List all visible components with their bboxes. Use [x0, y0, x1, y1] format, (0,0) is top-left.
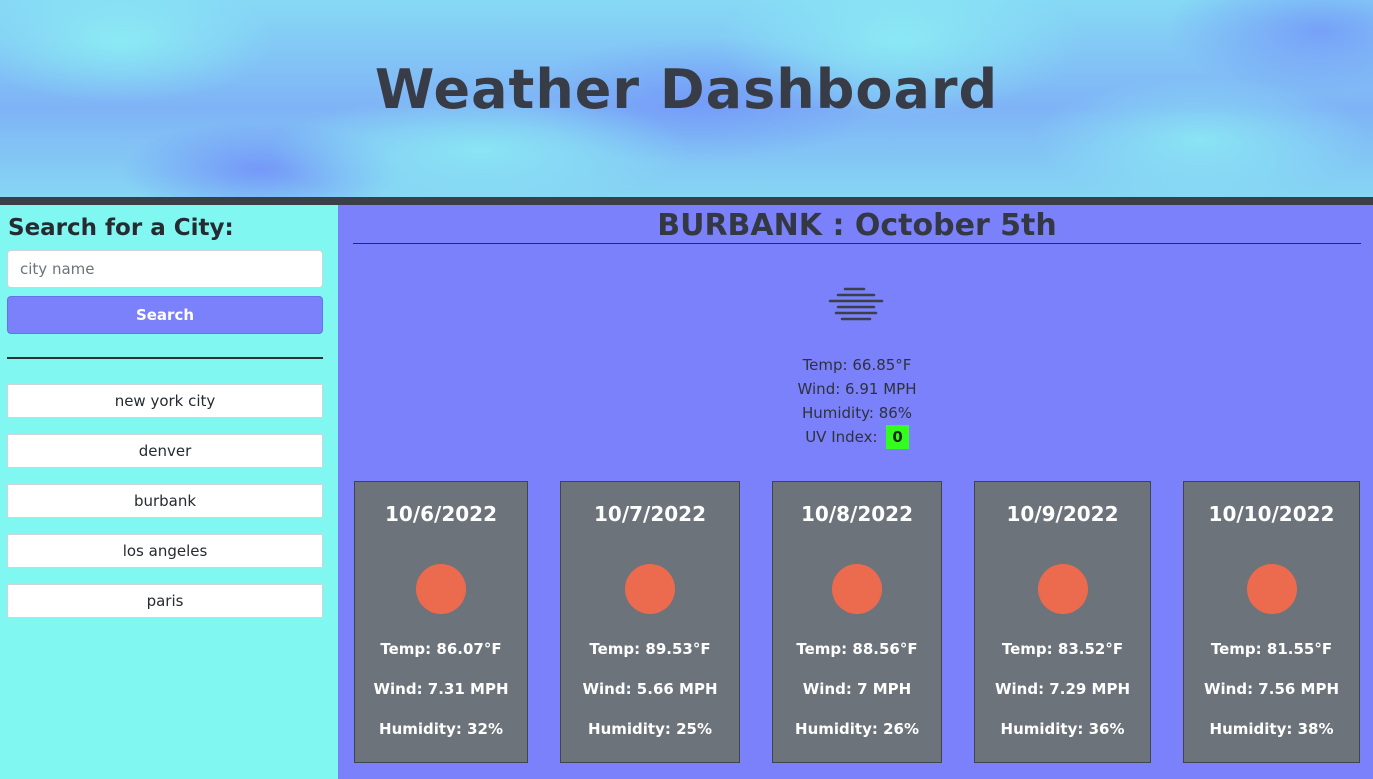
- forecast-humidity: Humidity: 36%: [1000, 720, 1125, 738]
- sidebar: Search for a City: Search new york city …: [0, 205, 338, 779]
- history-item-new-york-city[interactable]: new york city: [7, 384, 323, 418]
- city-search-input[interactable]: [7, 250, 323, 288]
- current-wind: Wind: 6.91 MPH: [797, 380, 917, 398]
- forecast-humidity: Humidity: 38%: [1209, 720, 1334, 738]
- forecast-wind: Wind: 7.56 MPH: [1203, 680, 1340, 698]
- forecast-wind: Wind: 7.31 MPH: [373, 680, 509, 698]
- history-item-paris[interactable]: paris: [7, 584, 323, 618]
- forecast-wind: Wind: 7.29 MPH: [994, 680, 1131, 698]
- sun-icon: [1246, 564, 1297, 614]
- title-divider: [353, 243, 1361, 244]
- header-divider: [0, 197, 1373, 205]
- forecast-date: 10/10/2022: [1208, 502, 1335, 526]
- main-panel: BURBANK : October 5th Temp: 66.85°F Wind…: [338, 205, 1373, 779]
- forecast-humidity: Humidity: 32%: [379, 720, 503, 738]
- forecast-wind: Wind: 7 MPH: [802, 680, 912, 698]
- forecast-date: 10/9/2022: [1006, 502, 1119, 526]
- current-city-title: BURBANK : October 5th: [657, 208, 1057, 243]
- forecast-temp: Temp: 86.07°F: [380, 640, 502, 658]
- forecast-card: 10/8/2022 Temp: 88.56°F Wind: 7 MPH Humi…: [772, 481, 942, 763]
- current-conditions: Temp: 66.85°F Wind: 6.91 MPH Humidity: 8…: [353, 353, 1361, 449]
- forecast-card: 10/7/2022 Temp: 89.53°F Wind: 5.66 MPH H…: [560, 481, 740, 763]
- sun-icon: [832, 564, 882, 614]
- forecast-date: 10/7/2022: [593, 502, 707, 526]
- uv-index-label: UV Index:: [805, 428, 878, 446]
- forecast-temp: Temp: 83.52°F: [1001, 640, 1124, 658]
- current-humidity: Humidity: 86%: [801, 404, 913, 422]
- uv-index-badge: 0: [886, 425, 909, 449]
- sun-icon: [416, 564, 466, 614]
- history-item-denver[interactable]: denver: [7, 434, 323, 468]
- forecast-date: 10/8/2022: [800, 502, 914, 526]
- sidebar-divider: [7, 357, 323, 359]
- forecast-humidity: Humidity: 26%: [795, 720, 919, 738]
- sun-icon: [1037, 564, 1088, 614]
- search-history-list: new york city denver burbank los angeles…: [7, 384, 323, 634]
- fog-icon: [828, 285, 884, 325]
- sun-icon: [625, 564, 675, 614]
- forecast-temp: Temp: 88.56°F: [796, 640, 918, 658]
- search-heading: Search for a City:: [8, 215, 234, 241]
- forecast-card: 10/9/2022 Temp: 83.52°F Wind: 7.29 MPH H…: [974, 481, 1151, 763]
- page-title: Weather Dashboard: [374, 58, 999, 121]
- current-temp: Temp: 66.85°F: [802, 356, 912, 374]
- history-item-los-angeles[interactable]: los angeles: [7, 534, 323, 568]
- forecast-card: 10/6/2022 Temp: 86.07°F Wind: 7.31 MPH H…: [354, 481, 528, 763]
- forecast-wind: Wind: 5.66 MPH: [582, 680, 718, 698]
- page-header: Weather Dashboard: [0, 0, 1373, 197]
- forecast-humidity: Humidity: 25%: [588, 720, 712, 738]
- search-button[interactable]: Search: [7, 296, 323, 334]
- history-item-burbank[interactable]: burbank: [7, 484, 323, 518]
- forecast-date: 10/6/2022: [384, 502, 498, 526]
- forecast-card: 10/10/2022 Temp: 81.55°F Wind: 7.56 MPH …: [1183, 481, 1360, 763]
- forecast-temp: Temp: 89.53°F: [589, 640, 711, 658]
- forecast-temp: Temp: 81.55°F: [1210, 640, 1333, 658]
- current-uv-row: UV Index: 0: [353, 425, 1361, 449]
